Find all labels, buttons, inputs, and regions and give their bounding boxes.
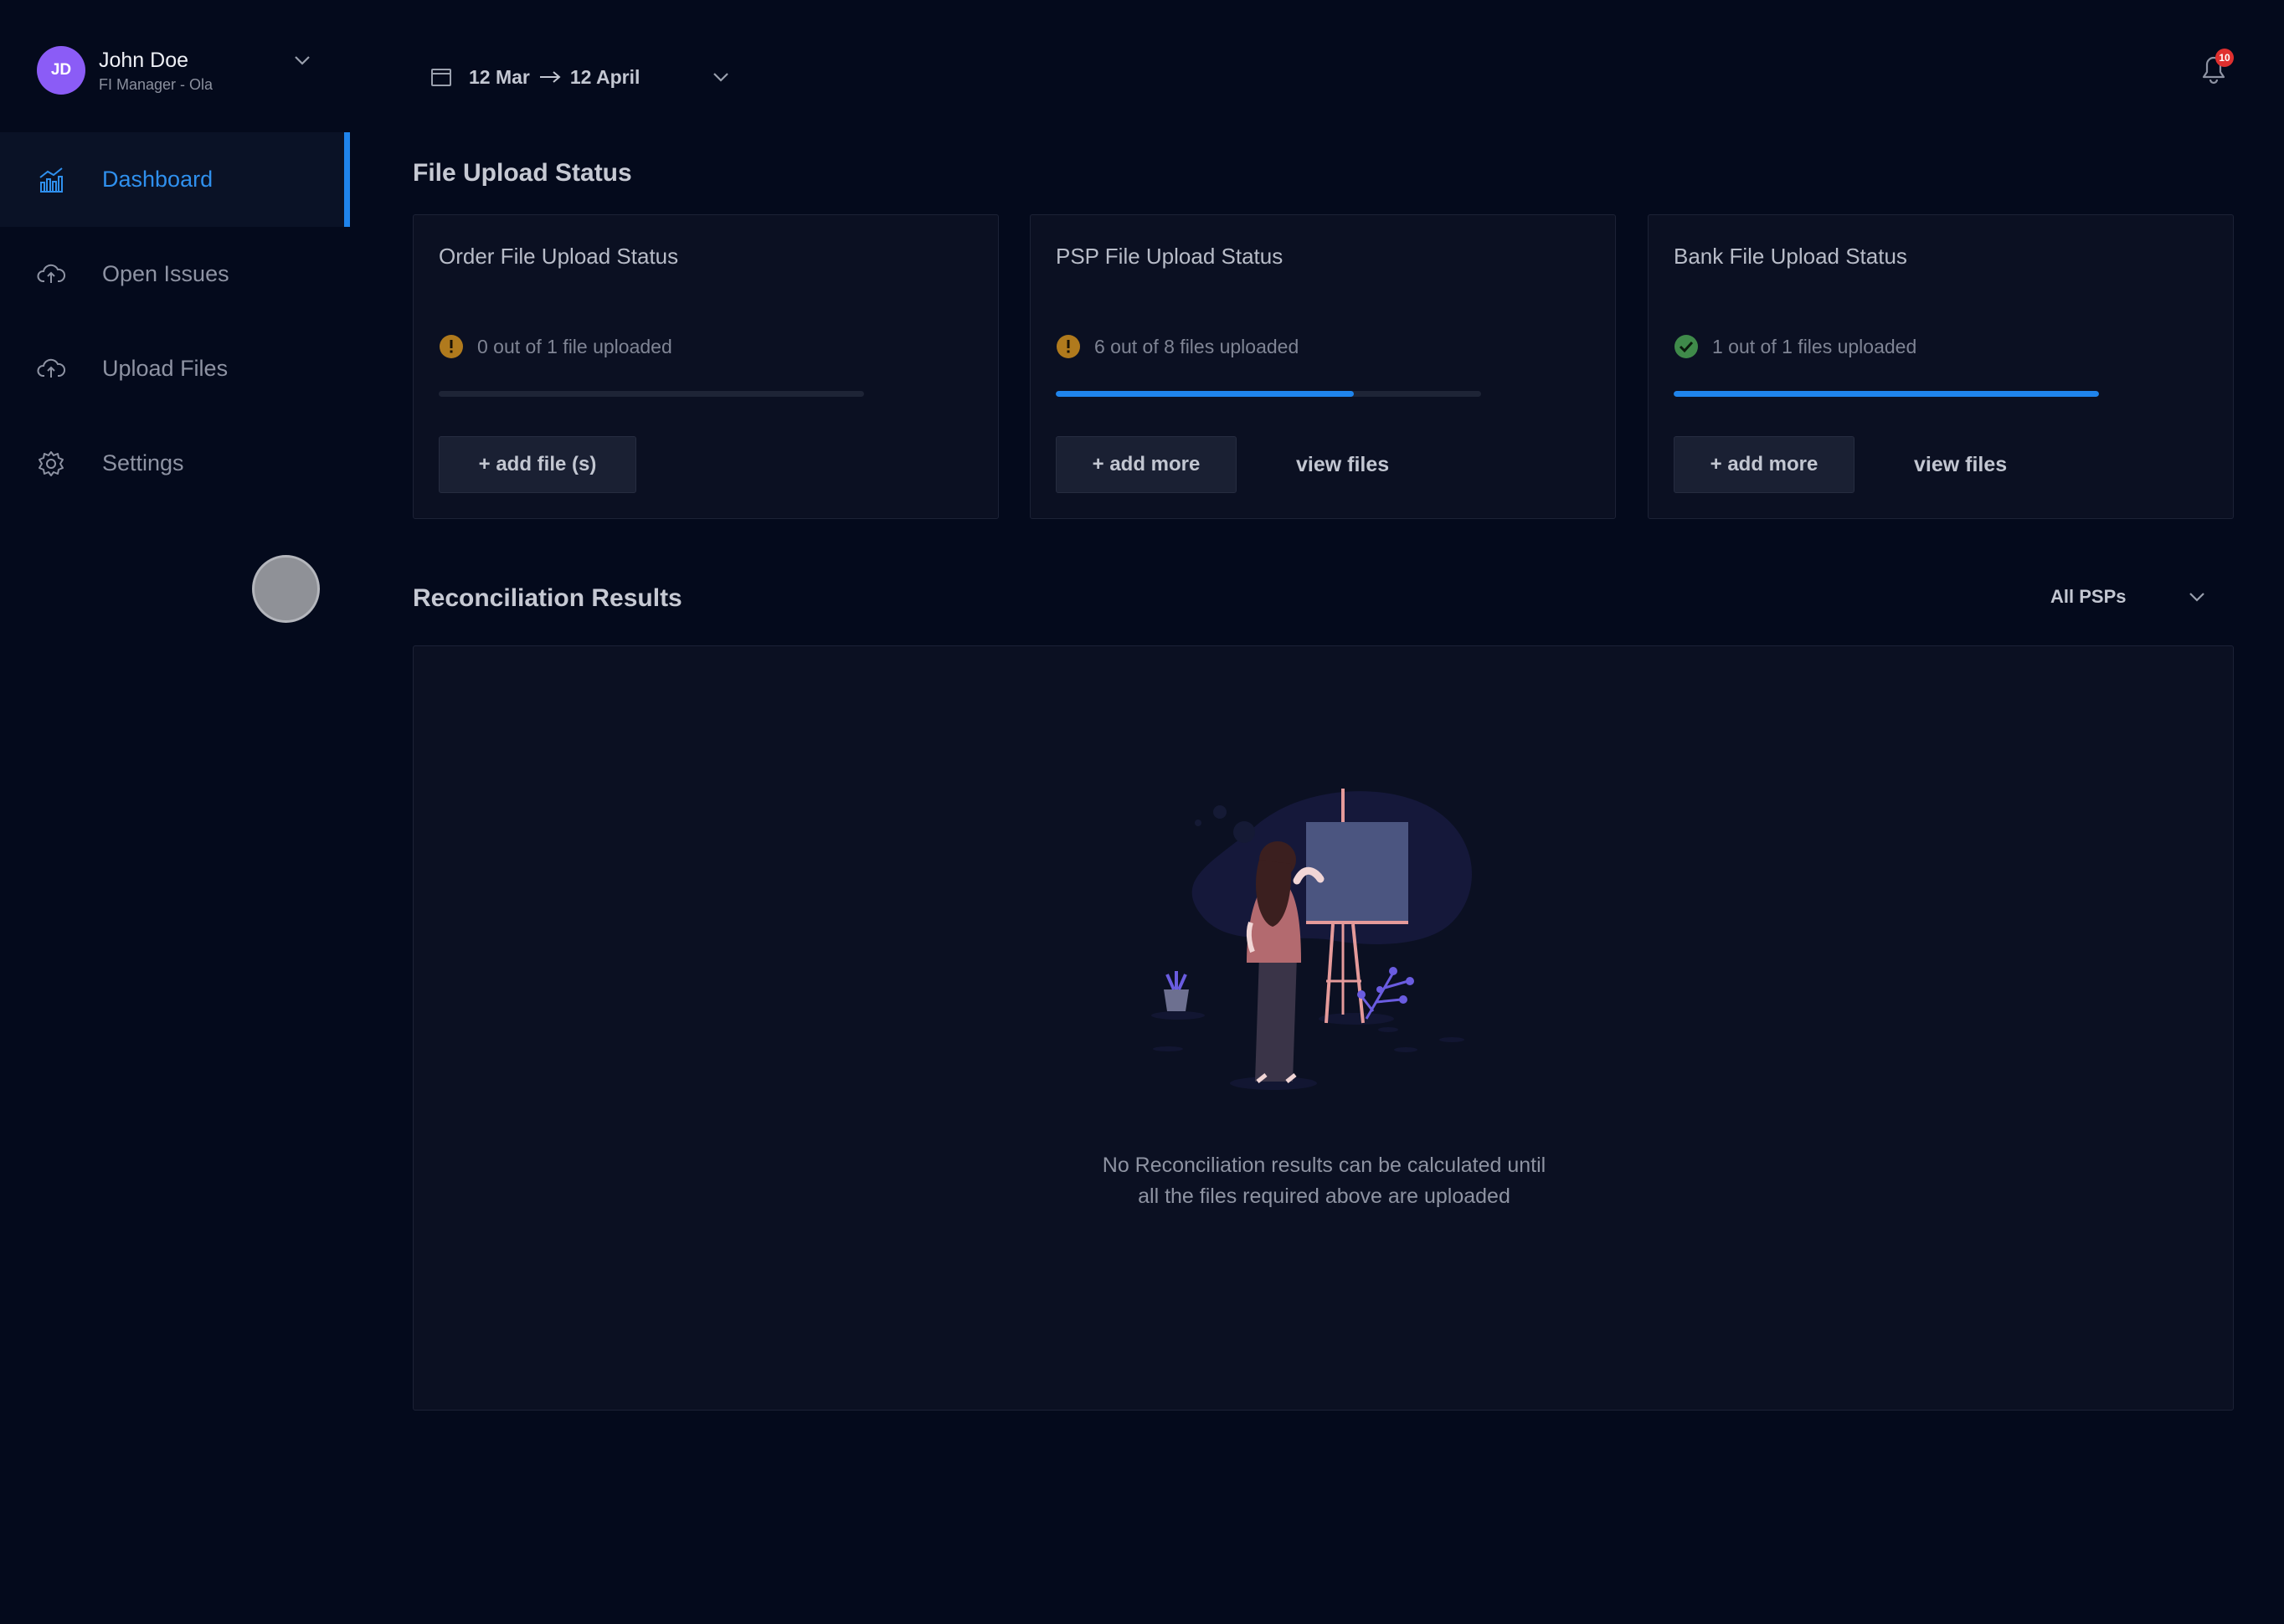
date-to: 12 April xyxy=(569,65,640,88)
status-text: 6 out of 8 files uploaded xyxy=(1094,335,1299,357)
date-range-picker[interactable]: 12 Mar 12 April xyxy=(430,62,730,92)
progress-bar xyxy=(1674,391,2099,397)
card-title: Bank File Upload Status xyxy=(1674,244,1907,269)
empty-state-message: No Reconciliation results can be calcula… xyxy=(414,1150,2235,1212)
chevron-down-icon xyxy=(2189,593,2205,602)
calendar-icon xyxy=(431,69,451,86)
cloud-upload-icon xyxy=(37,264,65,283)
user-name: John Doe xyxy=(99,48,189,72)
reconciliation-panel: No Reconciliation results can be calcula… xyxy=(413,645,2234,1411)
view-files-button[interactable]: view files xyxy=(1296,436,1389,493)
empty-state-line: all the files required above are uploade… xyxy=(1138,1185,1510,1208)
status-text: 1 out of 1 files uploaded xyxy=(1712,335,1917,357)
sidebar-item-label: Upload Files xyxy=(102,356,229,381)
card-title: PSP File Upload Status xyxy=(1056,244,1283,269)
check-circle-icon xyxy=(1674,335,1698,358)
empty-state-line: No Reconciliation results can be calcula… xyxy=(1102,1154,1546,1177)
user-role: FI Manager - Ola xyxy=(99,75,213,93)
sidebar-item-label: Open Issues xyxy=(102,261,229,286)
notification-badge: 10 xyxy=(2215,49,2234,67)
user-menu[interactable]: JD John Doe FI Manager - Ola xyxy=(37,46,310,95)
psp-upload-card: PSP File Upload Status 6 out of 8 files … xyxy=(1030,214,1616,519)
sidebar-item-label: Dashboard xyxy=(102,167,213,192)
warning-icon xyxy=(1057,335,1080,358)
gear-icon xyxy=(39,450,64,476)
bank-upload-card: Bank File Upload Status 1 out of 1 files… xyxy=(1648,214,2234,519)
sidebar-item-upload-files[interactable]: Upload Files xyxy=(0,321,350,416)
chevron-down-icon[interactable] xyxy=(293,54,311,66)
psp-filter-value: All PSPs xyxy=(2050,586,2127,607)
arrow-right-icon xyxy=(539,71,561,83)
sidebar-item-dashboard[interactable]: Dashboard xyxy=(0,132,350,227)
add-file-button[interactable]: + add file (s) xyxy=(439,436,636,493)
chart-icon xyxy=(39,167,63,193)
reconciliation-title: Reconciliation Results xyxy=(413,584,682,612)
sidebar: JD John Doe FI Manager - Ola Dashboard O… xyxy=(0,0,350,1624)
sidebar-item-label: Settings xyxy=(102,450,184,475)
drag-handle[interactable] xyxy=(252,555,320,623)
avatar: JD xyxy=(37,46,85,95)
status-text: 0 out of 1 file uploaded xyxy=(477,335,672,357)
order-upload-card: Order File Upload Status 0 out of 1 file… xyxy=(413,214,999,519)
psp-filter-select[interactable]: All PSPs xyxy=(2050,586,2206,608)
empty-state-illustration xyxy=(1151,789,1472,1090)
progress-bar xyxy=(439,391,864,397)
chevron-down-icon xyxy=(713,73,729,82)
view-files-button[interactable]: view files xyxy=(1914,436,2007,493)
progress-fill xyxy=(1674,391,2099,397)
upload-status-title: File Upload Status xyxy=(413,159,632,187)
sidebar-nav: Dashboard Open Issues Upload Files Setti… xyxy=(0,132,350,511)
progress-fill xyxy=(1056,391,1354,397)
card-title: Order File Upload Status xyxy=(439,244,679,269)
add-more-button[interactable]: + add more xyxy=(1674,436,1854,493)
warning-icon xyxy=(440,335,463,358)
progress-bar xyxy=(1056,391,1481,397)
app: JD John Doe FI Manager - Ola Dashboard O… xyxy=(0,0,2284,1624)
date-from: 12 Mar xyxy=(469,65,530,88)
add-more-button[interactable]: + add more xyxy=(1056,436,1237,493)
sidebar-item-settings[interactable]: Settings xyxy=(0,416,350,511)
sidebar-item-open-issues[interactable]: Open Issues xyxy=(0,227,350,321)
cloud-upload-icon xyxy=(37,358,65,378)
